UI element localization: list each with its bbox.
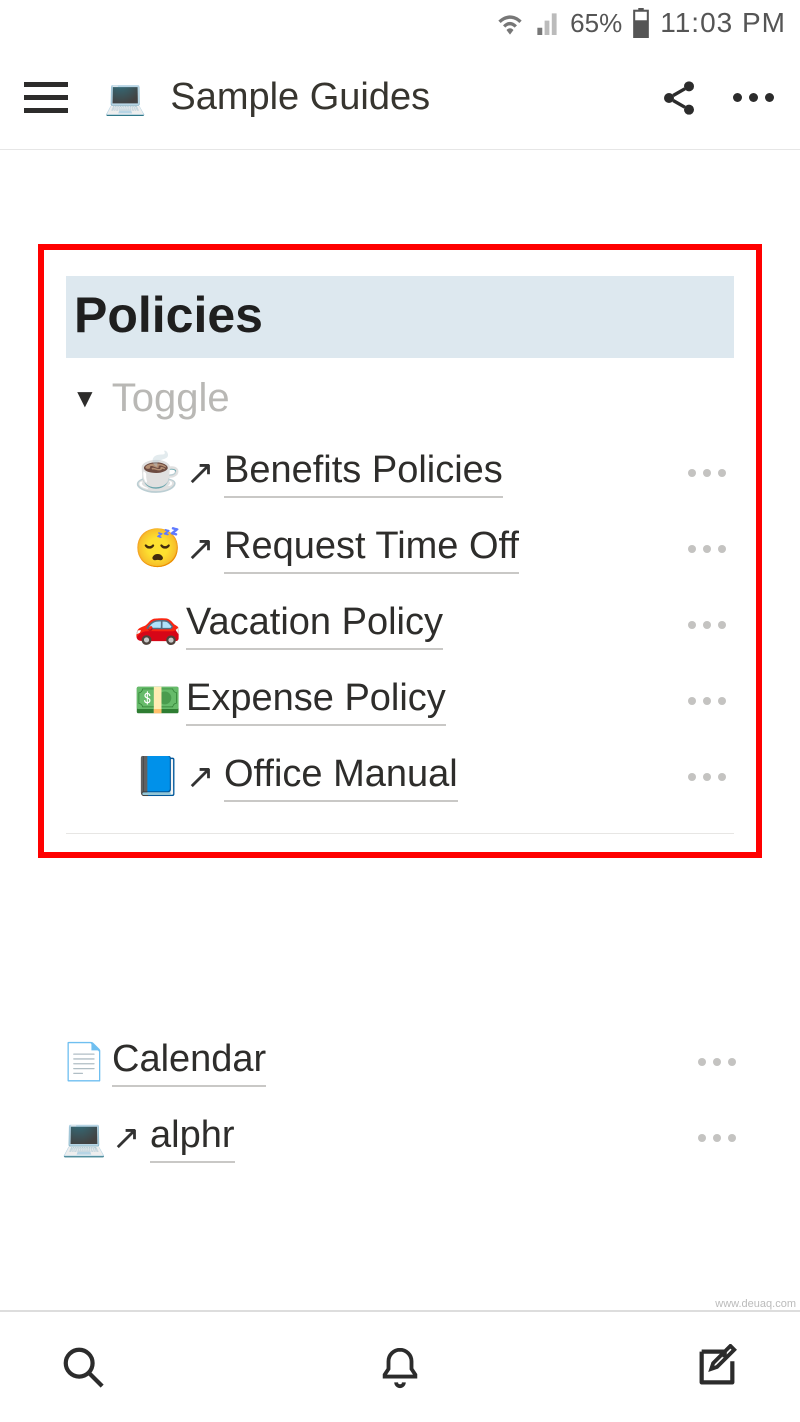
- highlighted-block: Policies ▼ Toggle ☕↗Benefits Policies😴↗R…: [38, 244, 762, 858]
- toggle-block[interactable]: ▼ Toggle: [72, 376, 734, 421]
- row-more-icon[interactable]: [680, 461, 734, 485]
- other-pages-list: 📄Calendar💻↗alphr: [38, 1024, 762, 1176]
- row-more-icon[interactable]: [690, 1050, 744, 1074]
- cell-signal-icon: [534, 11, 560, 35]
- notifications-icon[interactable]: [377, 1344, 423, 1390]
- page-emoji-icon: 📄: [56, 1041, 112, 1083]
- page-link-row[interactable]: ☕↗Benefits Policies: [130, 435, 734, 511]
- page-link-label: Benefits Policies: [224, 449, 503, 498]
- link-arrow-icon: ↗: [112, 1118, 150, 1158]
- link-arrow-icon: ↗: [186, 529, 224, 569]
- page-title[interactable]: Sample Guides: [170, 76, 633, 119]
- row-more-icon[interactable]: [680, 765, 734, 789]
- row-more-icon[interactable]: [680, 613, 734, 637]
- status-bar: 65% 11:03 PM: [0, 0, 800, 46]
- page-emoji: 💻: [104, 78, 146, 118]
- page-link-row[interactable]: 📄Calendar: [56, 1024, 744, 1100]
- row-more-icon[interactable]: [680, 689, 734, 713]
- share-icon[interactable]: [651, 70, 707, 126]
- wifi-icon: [496, 11, 524, 35]
- page-link-row[interactable]: 🚗Vacation Policy: [130, 587, 734, 663]
- clock: 11:03 PM: [660, 7, 786, 39]
- page-link-label: alphr: [150, 1114, 235, 1163]
- row-more-icon[interactable]: [680, 537, 734, 561]
- page-emoji-icon: 🚗: [130, 603, 186, 647]
- divider: [66, 833, 734, 834]
- watermark: www.deuaq.com: [715, 1298, 796, 1310]
- toggle-caret-icon[interactable]: ▼: [72, 383, 98, 414]
- toggle-placeholder: Toggle: [112, 376, 230, 421]
- search-icon[interactable]: [60, 1344, 106, 1390]
- page-emoji-icon: 💵: [130, 679, 186, 723]
- compose-icon[interactable]: [694, 1344, 740, 1390]
- heading-block[interactable]: Policies: [66, 276, 734, 358]
- page-link-label: Vacation Policy: [186, 601, 443, 650]
- battery-icon: [632, 8, 650, 38]
- page-emoji-icon: 💻: [56, 1117, 112, 1159]
- page-link-label: Request Time Off: [224, 525, 519, 574]
- app-bar: 💻 Sample Guides: [0, 46, 800, 150]
- row-more-icon[interactable]: [690, 1126, 744, 1150]
- page-link-label: Office Manual: [224, 753, 458, 802]
- page-link-row[interactable]: 😴↗Request Time Off: [130, 511, 734, 587]
- bottom-toolbar: [0, 1310, 800, 1422]
- link-arrow-icon: ↗: [186, 453, 224, 493]
- page-link-label: Calendar: [112, 1038, 266, 1087]
- page-emoji-icon: ☕: [130, 451, 186, 495]
- policy-list: ☕↗Benefits Policies😴↗Request Time Off🚗Va…: [130, 435, 734, 815]
- page-link-label: Expense Policy: [186, 677, 446, 726]
- more-icon[interactable]: [725, 85, 782, 110]
- page-body: Policies ▼ Toggle ☕↗Benefits Policies😴↗R…: [0, 244, 800, 1176]
- page-emoji-icon: 📘: [130, 755, 186, 799]
- page-emoji-icon: 😴: [130, 527, 186, 571]
- hamburger-menu-icon[interactable]: [24, 82, 68, 113]
- battery-percent: 65%: [570, 8, 622, 39]
- link-arrow-icon: ↗: [186, 757, 224, 797]
- page-link-row[interactable]: 💻↗alphr: [56, 1100, 744, 1176]
- page-link-row[interactable]: 📘↗Office Manual: [130, 739, 734, 815]
- page-link-row[interactable]: 💵Expense Policy: [130, 663, 734, 739]
